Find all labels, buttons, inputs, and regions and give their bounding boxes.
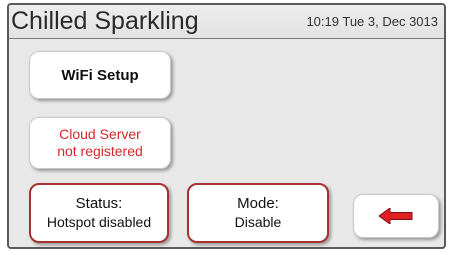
- mode-label: Mode:: [237, 195, 279, 212]
- cloud-server-status: not registered: [57, 143, 143, 159]
- datetime-display: 10:19 Tue 3, Dec 3013: [306, 14, 438, 29]
- wifi-setup-label: WiFi Setup: [61, 66, 139, 84]
- status-value: Hotspot disabled: [46, 214, 152, 230]
- back-button[interactable]: [353, 194, 439, 238]
- status-button[interactable]: Status: Hotspot disabled: [29, 183, 169, 243]
- status-label: Status:: [75, 195, 123, 212]
- device-screen: Chilled Sparkling 10:19 Tue 3, Dec 3013 …: [7, 3, 446, 249]
- page-title: Chilled Sparkling: [11, 7, 199, 35]
- arrow-left-icon: [379, 208, 413, 224]
- mode-value: Disable: [234, 214, 282, 230]
- cloud-server-button[interactable]: Cloud Server not registered: [29, 117, 171, 169]
- header-bar: Chilled Sparkling 10:19 Tue 3, Dec 3013: [9, 5, 444, 39]
- cloud-server-label: Cloud Server: [59, 126, 141, 142]
- wifi-setup-button[interactable]: WiFi Setup: [29, 51, 171, 99]
- mode-button[interactable]: Mode: Disable: [187, 183, 329, 243]
